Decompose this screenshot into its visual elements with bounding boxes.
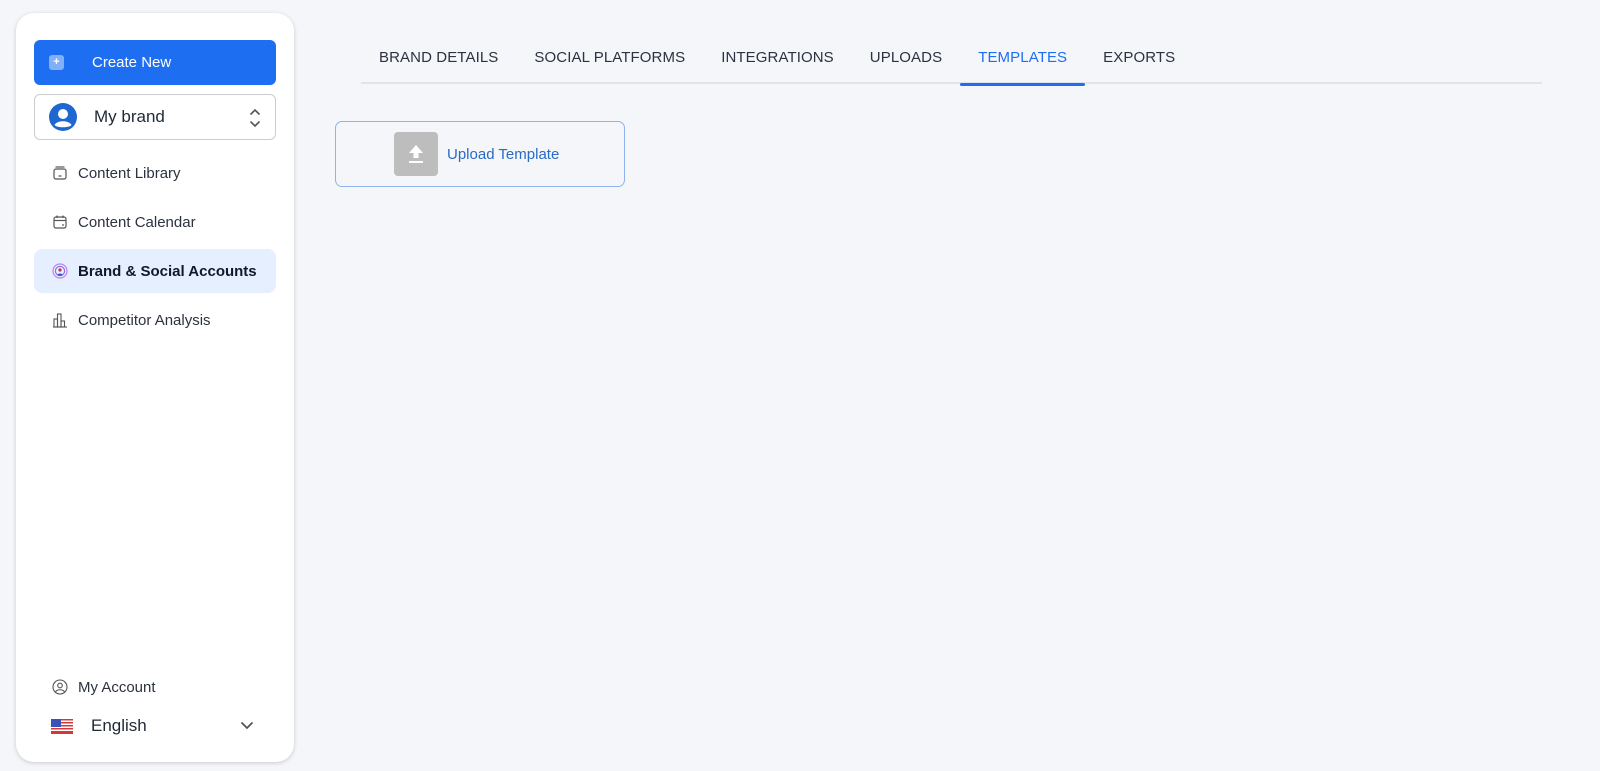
chevron-up-down-icon [250, 108, 260, 128]
tab-bar: BRAND DETAILS SOCIAL PLATFORMS INTEGRATI… [361, 40, 1542, 86]
us-flag-icon [51, 718, 73, 734]
sidebar-item-label: Content Calendar [78, 213, 196, 231]
tab-exports[interactable]: EXPORTS [1085, 40, 1193, 84]
sidebar-item-label: Brand & Social Accounts [78, 262, 257, 280]
chevron-down-icon [241, 722, 253, 730]
sidebar-item-brand-social-accounts[interactable]: Brand & Social Accounts [34, 249, 276, 293]
tab-brand-details[interactable]: BRAND DETAILS [361, 40, 516, 84]
create-new-label: Create New [92, 54, 172, 71]
upload-icon-box [394, 132, 438, 176]
language-selector[interactable]: English [34, 709, 276, 743]
tab-templates[interactable]: TEMPLATES [960, 40, 1086, 86]
sidebar-item-content-calendar[interactable]: Content Calendar [34, 200, 276, 244]
sidebar-item-label: Content Library [78, 164, 181, 182]
upload-template-label: Upload Template [447, 145, 560, 163]
sidebar-item-label: My Account [78, 678, 156, 696]
upload-template-button[interactable]: Upload Template [335, 121, 625, 187]
bar-chart-icon [53, 313, 67, 328]
calendar-icon [53, 215, 67, 229]
language-value: English [91, 716, 147, 735]
sidebar-item-my-account[interactable]: My Account [34, 665, 276, 709]
sidebar-item-content-library[interactable]: Content Library [34, 151, 276, 195]
user-circle-icon [49, 103, 77, 131]
tab-uploads[interactable]: UPLOADS [852, 40, 960, 84]
sidebar: + Create New My brand Content Library Co… [16, 13, 294, 762]
broadcast-user-icon [52, 263, 68, 279]
sidebar-item-competitor-analysis[interactable]: Competitor Analysis [34, 298, 276, 342]
brand-selector-value: My brand [94, 107, 165, 126]
plus-icon: + [49, 55, 64, 70]
create-new-button[interactable]: + Create New [34, 40, 276, 85]
upload-icon [409, 145, 423, 163]
tab-integrations[interactable]: INTEGRATIONS [703, 40, 852, 84]
user-circle-outline-icon [52, 679, 68, 695]
sidebar-item-label: Competitor Analysis [78, 311, 211, 329]
brand-selector[interactable]: My brand [34, 94, 276, 140]
tab-social-platforms[interactable]: SOCIAL PLATFORMS [516, 40, 703, 84]
archive-box-icon [53, 166, 67, 180]
